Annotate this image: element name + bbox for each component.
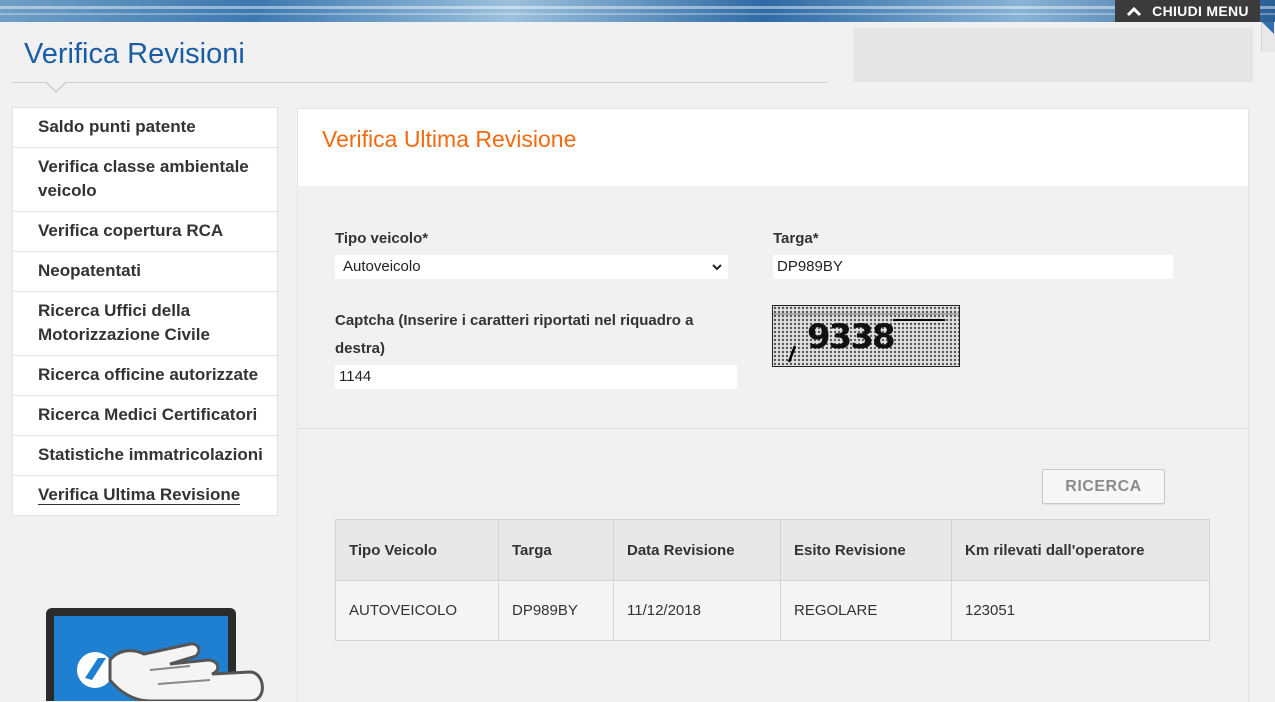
captcha-input[interactable]: 1144: [335, 365, 737, 389]
sidebar-item-officine[interactable]: Ricerca officine autorizzate: [13, 356, 277, 396]
captcha-text: 9338: [807, 317, 894, 357]
captcha-value: 1144: [339, 368, 372, 385]
sidebar-item-saldo-punti[interactable]: Saldo punti patente: [13, 108, 277, 148]
sidebar-item-classe-ambientale[interactable]: Verifica classe ambientale veicolo: [13, 148, 277, 212]
vehicle-type-value: Autoveicolo: [343, 258, 421, 275]
captcha-label: Captcha (Inserire i caratteri riportati …: [335, 312, 694, 357]
top-banner: [0, 0, 1275, 22]
chevron-up-icon: [1127, 6, 1142, 17]
sidebar-item-statistiche[interactable]: Statistiche immatricolazioni: [13, 436, 277, 476]
column-header: Tipo Veicolo: [335, 519, 499, 581]
sidebar-item-label: Verifica copertura RCA: [38, 221, 224, 240]
close-menu-label: CHIUDI MENU: [1152, 3, 1249, 19]
column-header: Data Revisione: [613, 519, 781, 581]
table-cell: REGOLARE: [780, 580, 952, 641]
sidebar-item-label: Statistiche immatricolazioni: [38, 445, 263, 464]
sidebar-item-neopatentati[interactable]: Neopatentati: [13, 252, 277, 292]
banner-stripe: [0, 13, 1275, 15]
plate-input[interactable]: DP989BY: [773, 255, 1173, 279]
sidebar-item-label: Ricerca Uffici della Motorizzazione Civi…: [38, 301, 210, 344]
table-row: AUTOVEICOLO DP989BY 11/12/2018 REGOLARE …: [335, 580, 1210, 641]
table-cell: 123051: [951, 580, 1210, 641]
promo-illustration[interactable]: [40, 600, 270, 701]
sidebar-item-label: Ricerca officine autorizzate: [38, 365, 259, 384]
sidebar-item-uffici-motorizzazione[interactable]: Ricerca Uffici della Motorizzazione Civi…: [13, 292, 277, 356]
form-divider: [298, 428, 1248, 429]
table-cell: 11/12/2018: [613, 580, 781, 641]
pointing-hand-icon: [108, 642, 264, 701]
corner-tab[interactable]: [1261, 22, 1275, 52]
sidebar-item-medici[interactable]: Ricerca Medici Certificatori: [13, 396, 277, 436]
title-notch: [46, 82, 66, 93]
chevron-down-icon: [712, 264, 722, 271]
sidebar-item-label: Ricerca Medici Certificatori: [38, 405, 258, 424]
vehicle-type-label: Tipo veicolo*: [335, 230, 429, 247]
sidebar-item-copertura-rca[interactable]: Verifica copertura RCA: [13, 212, 277, 252]
column-header: Esito Revisione: [780, 519, 952, 581]
column-header: Targa: [498, 519, 614, 581]
sidebar-item-label: Verifica Ultima Revisione: [38, 485, 241, 505]
search-button[interactable]: RICERCA: [1042, 469, 1165, 504]
results-table: Tipo Veicolo Targa Data Revisione Esito …: [335, 519, 1210, 641]
sidebar-nav: Saldo punti patente Verifica classe ambi…: [12, 107, 278, 516]
captcha-image: 9338: [772, 305, 960, 367]
panel-header: Verifica Ultima Revisione: [298, 109, 1248, 186]
page-title: Verifica Revisioni: [24, 38, 245, 70]
panel-title: Verifica Ultima Revisione: [322, 126, 577, 152]
close-menu-button[interactable]: CHIUDI MENU: [1115, 0, 1260, 22]
table-cell: DP989BY: [498, 580, 614, 641]
banner-stripe: [0, 6, 1275, 9]
table-header-row: Tipo Veicolo Targa Data Revisione Esito …: [335, 519, 1210, 581]
plate-value: DP989BY: [777, 258, 843, 275]
table-cell: AUTOVEICOLO: [335, 580, 499, 641]
search-panel: Verifica Ultima Revisione Tipo veicolo* …: [297, 108, 1249, 702]
plate-label: Targa*: [773, 230, 819, 247]
sidebar-item-label: Verifica classe ambientale veicolo: [38, 157, 249, 200]
vehicle-type-select[interactable]: Autoveicolo: [335, 255, 728, 279]
sidebar-item-label: Saldo punti patente: [38, 117, 196, 136]
ad-placeholder: [853, 28, 1253, 82]
title-divider: [12, 82, 827, 83]
sidebar-item-ultima-revisione[interactable]: Verifica Ultima Revisione: [13, 476, 277, 515]
sidebar-item-label: Neopatentati: [38, 261, 141, 280]
column-header: Km rilevati dall'operatore: [951, 519, 1210, 581]
